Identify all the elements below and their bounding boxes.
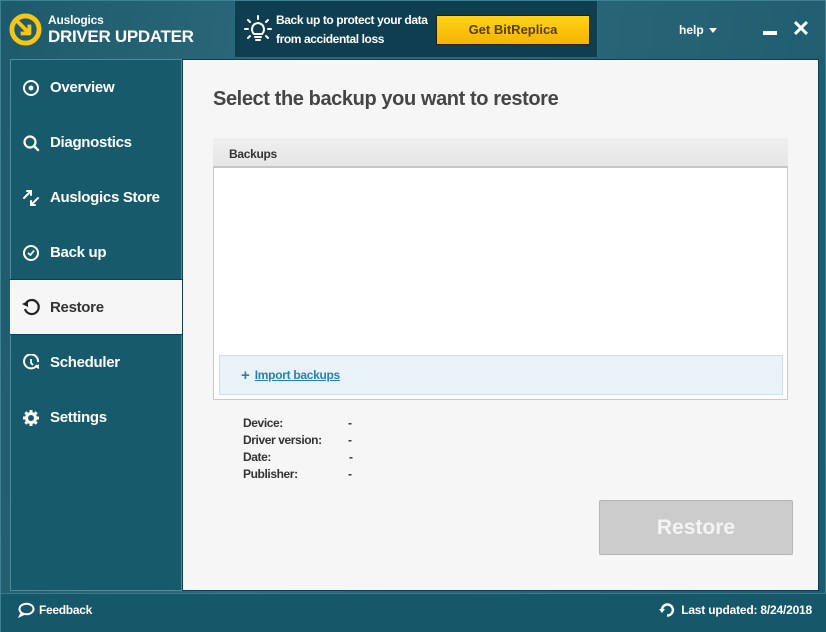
backups-panel: Backups + Import backups xyxy=(213,138,788,400)
check-circle-icon xyxy=(21,243,41,263)
sidebar-item-label: Back up xyxy=(50,244,107,261)
detail-label: Driver version: xyxy=(243,433,322,447)
speech-bubble-icon xyxy=(17,602,35,618)
sidebar-item-auslogics-store[interactable]: Auslogics Store xyxy=(11,170,182,225)
detail-row-publisher: Publisher: - xyxy=(243,467,368,484)
refresh-icon xyxy=(659,603,675,617)
detail-row-driver-version: Driver version: - xyxy=(243,433,368,450)
target-icon xyxy=(21,78,41,98)
detail-value: - xyxy=(348,433,352,447)
auslogics-logo-icon xyxy=(9,13,42,46)
help-menu[interactable]: help xyxy=(679,23,717,37)
feedback-label: Feedback xyxy=(39,603,92,617)
sidebar-item-label: Settings xyxy=(50,409,107,426)
detail-row-date: Date: - xyxy=(243,450,368,467)
detail-label: Date: xyxy=(243,450,272,464)
sidebar-item-back-up[interactable]: Back up xyxy=(11,225,182,280)
promo-text: Back up to protect your data from accide… xyxy=(276,11,428,49)
backup-details: Device: - Driver version: - Date: - Publ… xyxy=(243,416,368,484)
promo-line-2: from accidental loss xyxy=(276,32,385,46)
arrows-icon xyxy=(21,188,41,208)
sidebar-item-scheduler[interactable]: Scheduler xyxy=(11,335,182,390)
get-bitreplica-button[interactable]: Get BitReplica xyxy=(436,15,590,45)
close-button[interactable]: ✕ xyxy=(791,16,811,41)
restore-icon xyxy=(21,297,41,317)
detail-label: Device: xyxy=(243,416,283,430)
sidebar-item-settings[interactable]: Settings xyxy=(11,390,182,445)
chevron-down-icon xyxy=(708,28,717,34)
brand-company: Auslogics xyxy=(48,13,104,27)
app-window: Auslogics DRIVER UPDATER Back up to prot… xyxy=(0,0,826,632)
sidebar-item-label: Diagnostics xyxy=(50,134,132,151)
backups-column-header: Backups xyxy=(213,138,788,168)
sidebar-item-overview[interactable]: Overview xyxy=(11,60,182,115)
backups-list[interactable] xyxy=(214,169,787,354)
sidebar-item-diagnostics[interactable]: Diagnostics xyxy=(11,115,182,170)
page-title: Select the backup you want to restore xyxy=(213,88,559,110)
help-label: help xyxy=(679,23,704,37)
gear-icon xyxy=(21,408,41,428)
detail-row-device: Device: - xyxy=(243,416,368,433)
lightbulb-icon xyxy=(244,15,272,41)
sidebar-item-label: Overview xyxy=(50,79,115,96)
sidebar: Overview Diagnostics Auslogics Store Bac… xyxy=(10,59,183,591)
plus-icon: + xyxy=(241,366,250,384)
import-backups-row: + Import backups xyxy=(219,355,783,395)
minimize-button[interactable] xyxy=(761,23,779,37)
promo-banner: Back up to protect your data from accide… xyxy=(234,1,598,58)
sidebar-item-label: Scheduler xyxy=(50,354,120,371)
sidebar-item-label: Restore xyxy=(50,298,104,316)
import-backups-link[interactable]: Import backups xyxy=(255,368,340,382)
brand-product: DRIVER UPDATER xyxy=(48,27,194,46)
restore-page: Select the backup you want to restore Ba… xyxy=(182,59,819,591)
restore-button[interactable]: Restore xyxy=(599,500,793,555)
clock-icon xyxy=(21,353,41,373)
detail-label: Publisher: xyxy=(243,467,298,481)
detail-value: - xyxy=(349,450,353,464)
close-icon: ✕ xyxy=(791,16,811,41)
sidebar-item-label: Auslogics Store xyxy=(50,189,160,206)
last-updated-text: Last updated: 8/24/2018 xyxy=(681,603,812,617)
sidebar-item-restore[interactable]: Restore xyxy=(10,279,183,335)
promo-line-1: Back up to protect your data xyxy=(276,13,428,27)
feedback-button[interactable]: Feedback xyxy=(17,602,92,618)
last-updated-status: Last updated: 8/24/2018 xyxy=(659,602,812,618)
detail-value: - xyxy=(348,467,352,481)
search-icon xyxy=(21,133,41,153)
detail-value: - xyxy=(348,416,352,430)
